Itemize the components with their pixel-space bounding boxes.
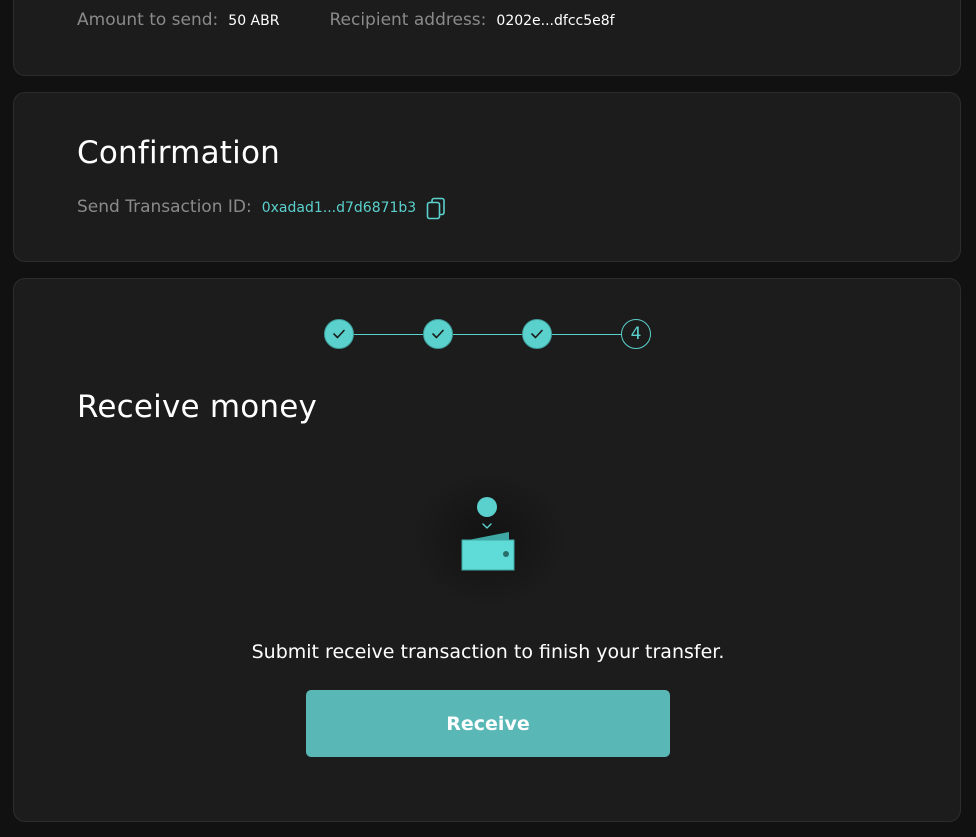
summary-row: Amount to send: 50 ABR Recipient address… xyxy=(77,10,615,30)
copy-icon[interactable] xyxy=(426,197,446,221)
step-4-current: 4 xyxy=(621,319,651,349)
progress-stepper: 4 xyxy=(324,319,654,351)
confirmation-title: Confirmation xyxy=(77,135,280,171)
receive-title: Receive money xyxy=(77,389,318,425)
recipient-value: 0202e...dfcc5e8f xyxy=(496,13,615,29)
step-1-complete xyxy=(324,319,354,349)
step-3-complete xyxy=(522,319,552,349)
amount-value: 50 ABR xyxy=(228,13,280,29)
wallet-icon xyxy=(461,497,515,571)
check-icon xyxy=(432,329,444,339)
step-connector xyxy=(354,334,423,335)
confirmation-card: Confirmation Send Transaction ID: 0xadad… xyxy=(13,92,961,262)
tx-id-value[interactable]: 0xadad1...d7d6871b3 xyxy=(262,200,417,216)
receive-description: Submit receive transaction to finish you… xyxy=(251,641,725,663)
receive-card: 4 Receive money Submit receive transacti… xyxy=(13,278,961,822)
tx-id-label: Send Transaction ID: xyxy=(77,197,252,217)
receive-button[interactable]: Receive xyxy=(306,690,670,757)
step-2-complete xyxy=(423,319,453,349)
step-connector xyxy=(453,334,522,335)
amount-label: Amount to send: xyxy=(77,10,219,30)
check-icon xyxy=(333,329,345,339)
check-icon xyxy=(531,329,543,339)
tx-id-row: Send Transaction ID: 0xadad1...d7d6871b3 xyxy=(77,197,446,221)
transfer-summary-card: Amount to send: 50 ABR Recipient address… xyxy=(13,0,961,76)
step-connector xyxy=(552,334,621,335)
recipient-label: Recipient address: xyxy=(329,10,487,30)
